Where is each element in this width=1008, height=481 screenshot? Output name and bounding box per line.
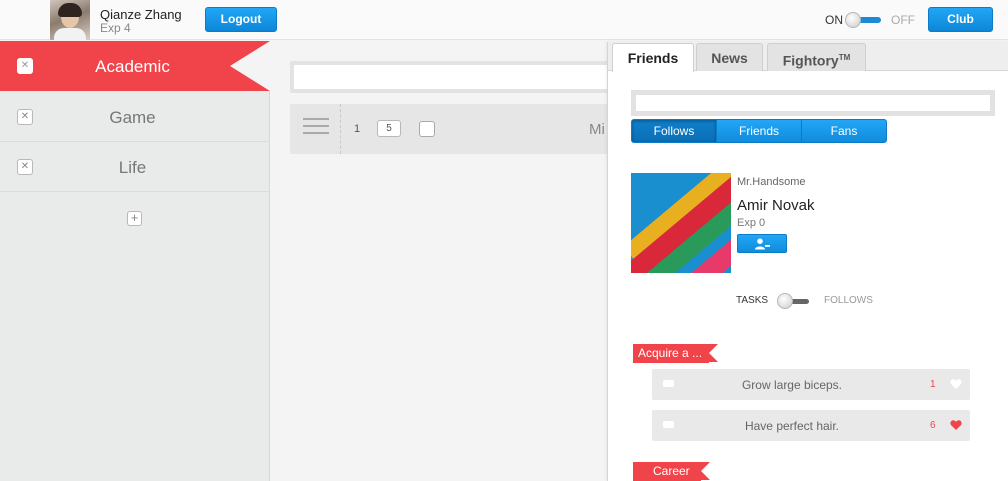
- sidebar-item-life[interactable]: ✕ Life: [0, 142, 270, 192]
- toggle-on-label: ON: [825, 13, 843, 27]
- logout-button[interactable]: Logout: [205, 7, 277, 32]
- top-bar: Qianze Zhang Exp 4 Logout ON OFF Club: [0, 0, 1008, 40]
- sidebar-item-game[interactable]: ✕ Game: [0, 92, 270, 142]
- heart-icon[interactable]: [950, 378, 962, 390]
- user-exp: Exp 4: [100, 21, 131, 35]
- sidebar-item-label: Life: [118, 158, 147, 177]
- task-number: 1: [354, 123, 361, 135]
- comment-icon[interactable]: [663, 380, 674, 387]
- trademark-mark: TM: [838, 53, 851, 62]
- friend-search-input[interactable]: [631, 90, 995, 116]
- like-count: 1: [930, 379, 936, 390]
- add-category-icon[interactable]: +: [127, 211, 142, 226]
- follows-segment-button[interactable]: Follows: [631, 119, 717, 143]
- sidebar-item-academic[interactable]: ✕ Academic: [0, 41, 270, 91]
- group-ribbon[interactable]: Acquire a ...: [633, 344, 718, 363]
- sidebar-item-label: Game: [109, 108, 156, 127]
- friend-avatar[interactable]: [631, 173, 731, 273]
- tab-news[interactable]: News: [696, 43, 763, 71]
- comment-count-badge[interactable]: 5: [377, 120, 401, 137]
- comment-icon[interactable]: [663, 421, 674, 428]
- tasks-toggle-label: TASKS: [736, 295, 769, 306]
- avatar[interactable]: [50, 0, 90, 40]
- list-item[interactable]: Grow large biceps. 1: [652, 369, 970, 400]
- friend-task-title: Grow large biceps.: [741, 378, 843, 392]
- task-title: Mi: [589, 121, 605, 138]
- friends-panel: Friends News FightoryTM Follows Friends …: [607, 42, 1008, 481]
- panel-tabs: Friends News FightoryTM: [608, 42, 1008, 72]
- fans-segment-button[interactable]: Fans: [801, 119, 887, 143]
- drag-handle-icon[interactable]: [303, 118, 329, 138]
- tab-fightory[interactable]: FightoryTM: [767, 43, 866, 71]
- friend-nickname: Mr.Handsome: [737, 176, 806, 188]
- group-ribbon[interactable]: Career: [633, 462, 710, 481]
- tab-friends[interactable]: Friends: [612, 43, 694, 72]
- task-input[interactable]: [290, 61, 620, 93]
- like-count: 6: [930, 420, 936, 431]
- toggle-off-label: OFF: [891, 13, 915, 27]
- table-row[interactable]: 1 5 Mi: [290, 104, 620, 154]
- friends-segment-button[interactable]: Friends: [716, 119, 802, 143]
- friend-exp: Exp 0: [737, 217, 766, 229]
- sidebar: ✕ Academic ✕ Game ✕ Life +: [0, 41, 270, 481]
- user-name[interactable]: Qianze Zhang: [100, 7, 182, 22]
- remove-user-icon: [755, 238, 770, 250]
- heart-icon[interactable]: [950, 419, 962, 431]
- unfollow-button[interactable]: [737, 234, 787, 253]
- toggle-knob[interactable]: [845, 12, 861, 28]
- task-checkbox[interactable]: [419, 121, 435, 137]
- friend-task-title: Have perfect hair.: [744, 419, 840, 433]
- list-item[interactable]: Have perfect hair. 6: [652, 410, 970, 441]
- tasks-follows-toggle-knob[interactable]: [777, 293, 793, 309]
- follows-toggle-label: FOLLOWS: [824, 295, 873, 306]
- tab-fightory-label: Fightory: [782, 52, 839, 69]
- club-button[interactable]: Club: [928, 7, 993, 32]
- sidebar-item-label: Academic: [95, 57, 170, 76]
- friend-name[interactable]: Amir Novak: [737, 197, 815, 214]
